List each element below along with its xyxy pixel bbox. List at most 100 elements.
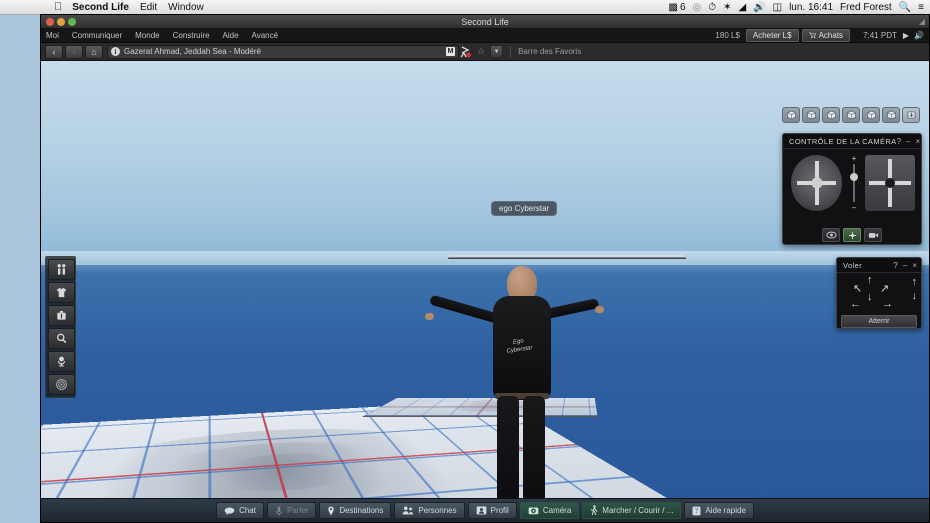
menu-item-edit[interactable]: Edit [140, 2, 157, 13]
cube-button-4[interactable] [842, 107, 860, 123]
search-icon[interactable]: 🔍 [899, 2, 911, 13]
sidebar-item-radar[interactable] [48, 374, 75, 395]
zoom-track[interactable] [849, 164, 858, 202]
avatar-left-hand [425, 313, 434, 320]
close-icon[interactable]: × [916, 137, 921, 146]
minimize-icon[interactable]: – [906, 137, 910, 146]
volume-icon[interactable]: 🔊 [753, 2, 765, 13]
fly-panel[interactable]: Voler ? – × ↑ ↖ ↗ ↓ ← → ↑ ↓ Atterrir [836, 257, 922, 329]
cube-toolbar [782, 107, 920, 123]
cube-button-1[interactable] [782, 107, 800, 123]
location-input[interactable]: i Gazerat Ahmad, Jeddah Sea - Modéré M [107, 44, 459, 59]
back-button[interactable]: ‹ [45, 44, 63, 59]
speaker-icon[interactable]: 🔊 [914, 31, 924, 40]
radar-icon [55, 378, 68, 391]
camera-panel-header[interactable]: CONTRÔLE DE LA CAMÉRA ? – × [783, 134, 921, 149]
info-icon[interactable]: i [111, 47, 120, 56]
fly-panel-footer: Atterrir [837, 313, 921, 332]
destinations-label: Destinations [339, 506, 384, 515]
apple-icon[interactable]:  [54, 1, 62, 13]
fly-turn-left-icon[interactable]: ↖ [853, 284, 862, 295]
zoom-out-label[interactable]: – [852, 204, 856, 212]
cube-button-5[interactable] [862, 107, 880, 123]
sl-menu-communiquer[interactable]: Communiquer [72, 31, 122, 40]
profile-button[interactable]: Profil [467, 502, 517, 519]
menu-item-window[interactable]: Window [168, 2, 204, 13]
camera-view-mode-icon[interactable] [822, 228, 840, 242]
bluetooth-icon[interactable]: ✶ [723, 2, 731, 13]
sl-menu-monde[interactable]: Monde [135, 31, 159, 40]
land-button[interactable]: Atterrir [841, 315, 917, 328]
play-icon[interactable]: ▶ [903, 31, 909, 40]
microphone-icon [275, 505, 283, 516]
forward-button[interactable]: › [65, 44, 83, 59]
movement-button[interactable]: Marcher / Courir / ... [582, 502, 682, 519]
buy-linden-button[interactable]: Acheter L$ [745, 29, 799, 42]
minimize-icon[interactable]: – [903, 261, 907, 270]
3d-viewport[interactable]: Ego Cyberstar ego Cyberstar CONTRÔLE DE … [41, 61, 929, 522]
cube-button-2[interactable] [802, 107, 820, 123]
avatar[interactable]: Ego Cyberstar [425, 266, 604, 522]
resize-grip-icon[interactable]: ◢ [919, 17, 925, 26]
camera-pan-control[interactable] [865, 155, 915, 211]
wifi-icon[interactable]: ◢ [738, 2, 746, 13]
fly-panel-body: ↑ ↖ ↗ ↓ ← → ↑ ↓ [837, 273, 921, 313]
chat-label: Chat [239, 506, 256, 515]
shop-button[interactable]: Achats [801, 29, 851, 42]
people-icon [55, 263, 68, 276]
home-button[interactable]: ⌂ [85, 44, 103, 59]
sl-menu-moi[interactable]: Moi [46, 31, 59, 40]
fly-up-icon[interactable]: ↑ [912, 277, 918, 288]
clock-label[interactable]: lun. 16:41 [789, 2, 833, 13]
menu-item-second-life[interactable]: Second Life [72, 2, 129, 13]
airplay-icon[interactable]: ▩ 6 [669, 2, 686, 13]
cube-button-3[interactable] [822, 107, 840, 123]
close-icon[interactable]: × [912, 261, 917, 270]
quick-help-button[interactable]: ? Aide rapide [684, 502, 754, 519]
sidebar-item-search[interactable] [48, 328, 75, 349]
fly-back-icon[interactable]: ↓ [867, 292, 873, 303]
fly-turn-right-icon[interactable]: ↗ [880, 284, 889, 295]
chat-button[interactable]: Chat [216, 502, 264, 519]
help-icon[interactable]: ? [893, 261, 897, 270]
fly-down-icon[interactable]: ↓ [912, 291, 918, 302]
fly-forward-icon[interactable]: ↑ [867, 275, 873, 286]
notification-center-icon[interactable]: ≡ [918, 2, 924, 13]
sl-menu-construire[interactable]: Construire [173, 31, 210, 40]
camera-button[interactable]: Caméra [519, 502, 580, 519]
battery-icon[interactable]: ◫ [773, 2, 782, 13]
dropbox-icon[interactable]: ◎ [693, 2, 702, 13]
timemachine-icon[interactable]: ⏱ [708, 2, 716, 13]
sidebar-item-outfit[interactable] [48, 282, 75, 303]
fly-panel-header[interactable]: Voler ? – × [837, 258, 921, 273]
camera-orbit-control[interactable] [791, 155, 843, 211]
star-icon[interactable]: ☆ [477, 46, 485, 57]
camera-pan-mode-icon[interactable] [864, 228, 882, 242]
cube-button-7[interactable] [902, 107, 920, 123]
sl-menu-avance[interactable]: Avancé [252, 31, 279, 40]
talk-button[interactable]: Parler [266, 502, 317, 519]
pan-knob[interactable] [885, 178, 896, 188]
sidebar-item-people[interactable] [48, 259, 75, 280]
sl-menu-aide[interactable]: Aide [223, 31, 239, 40]
cube-button-6[interactable] [882, 107, 900, 123]
camera-zoom-slider[interactable]: + – [848, 155, 859, 212]
zoom-in-label[interactable]: + [852, 155, 857, 163]
destinations-button[interactable]: Destinations [319, 502, 392, 519]
fly-strafe-right-icon[interactable]: → [882, 299, 893, 310]
sidebar-item-inventory[interactable] [48, 305, 75, 326]
avatar-name-tag[interactable]: ego Cyberstar [491, 201, 558, 216]
maturity-badge: M [446, 47, 455, 56]
sidebar-item-voice[interactable] [48, 351, 75, 372]
chevron-down-icon[interactable]: ▼ [490, 45, 504, 58]
orbit-knob[interactable] [811, 177, 823, 189]
zoom-thumb[interactable] [849, 173, 858, 182]
help-icon[interactable]: ? [897, 137, 901, 146]
camera-orbit-mode-icon[interactable] [843, 228, 861, 242]
people-label: Personnes [418, 506, 457, 515]
people-button[interactable]: Personnes [394, 502, 465, 519]
camera-control-panel[interactable]: CONTRÔLE DE LA CAMÉRA ? – × + – [782, 133, 922, 245]
fly-strafe-left-icon[interactable]: ← [850, 299, 861, 310]
user-name-label[interactable]: Fred Forest [840, 2, 892, 13]
stop-loading-icon[interactable] [459, 45, 472, 58]
